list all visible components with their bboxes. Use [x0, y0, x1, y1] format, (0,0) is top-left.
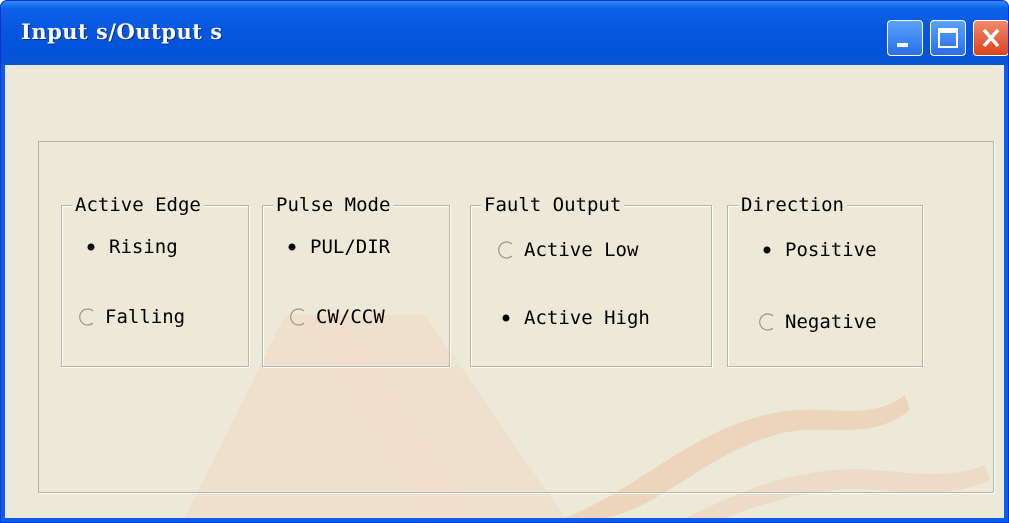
- radio-selected-icon: [497, 309, 515, 327]
- minimize-icon: [897, 43, 908, 47]
- fault-output-group: Fault Output Active Low Active High: [470, 194, 712, 367]
- active-high-label: Active High: [524, 307, 650, 329]
- active-edge-group: Active Edge Rising Falling: [61, 194, 249, 367]
- rising-label: Rising: [109, 236, 178, 258]
- radio-selected-icon: [82, 238, 100, 256]
- radio-selected-icon: [758, 241, 776, 259]
- maximize-button[interactable]: [930, 20, 966, 56]
- active-low-radio[interactable]: Active Low: [497, 239, 638, 261]
- active-low-label: Active Low: [524, 239, 639, 261]
- direction-legend: Direction: [738, 194, 847, 216]
- radio-selected-icon: [283, 238, 301, 256]
- pul-dir-radio[interactable]: PUL/DIR: [283, 236, 390, 258]
- window-title: Input s/Output s: [21, 19, 223, 44]
- positive-label: Positive: [785, 239, 877, 261]
- negative-label: Negative: [785, 311, 877, 333]
- close-icon: [982, 28, 1000, 48]
- radio-unselected-icon: [289, 308, 307, 326]
- active-edge-legend: Active Edge: [72, 194, 204, 216]
- dialog-client-area: Active Edge Rising Falling Pulse Mode PU…: [5, 65, 1004, 518]
- pulse-mode-legend: Pulse Mode: [273, 194, 394, 216]
- falling-radio[interactable]: Falling: [78, 306, 185, 328]
- falling-label: Falling: [105, 306, 186, 328]
- pul-dir-label: PUL/DIR: [310, 236, 391, 258]
- inputs-outputs-window: Input s/Output s Active Edge Rising Fall…: [0, 0, 1009, 523]
- maximize-icon: [938, 28, 958, 48]
- active-high-radio[interactable]: Active High: [497, 307, 650, 329]
- radio-unselected-icon: [78, 308, 96, 326]
- direction-group: Direction Positive Negative: [727, 194, 923, 367]
- negative-radio[interactable]: Negative: [758, 311, 877, 333]
- cw-ccw-label: CW/CCW: [316, 306, 385, 328]
- settings-frame: Active Edge Rising Falling Pulse Mode PU…: [38, 141, 994, 493]
- minimize-button[interactable]: [887, 20, 923, 56]
- cw-ccw-radio[interactable]: CW/CCW: [289, 306, 385, 328]
- positive-radio[interactable]: Positive: [758, 239, 877, 261]
- close-button[interactable]: [973, 20, 1008, 56]
- radio-unselected-icon: [758, 313, 776, 331]
- pulse-mode-group: Pulse Mode PUL/DIR CW/CCW: [262, 194, 450, 367]
- radio-unselected-icon: [497, 241, 515, 259]
- rising-radio[interactable]: Rising: [82, 236, 178, 258]
- fault-output-legend: Fault Output: [481, 194, 625, 216]
- title-bar[interactable]: Input s/Output s: [1, 1, 1008, 65]
